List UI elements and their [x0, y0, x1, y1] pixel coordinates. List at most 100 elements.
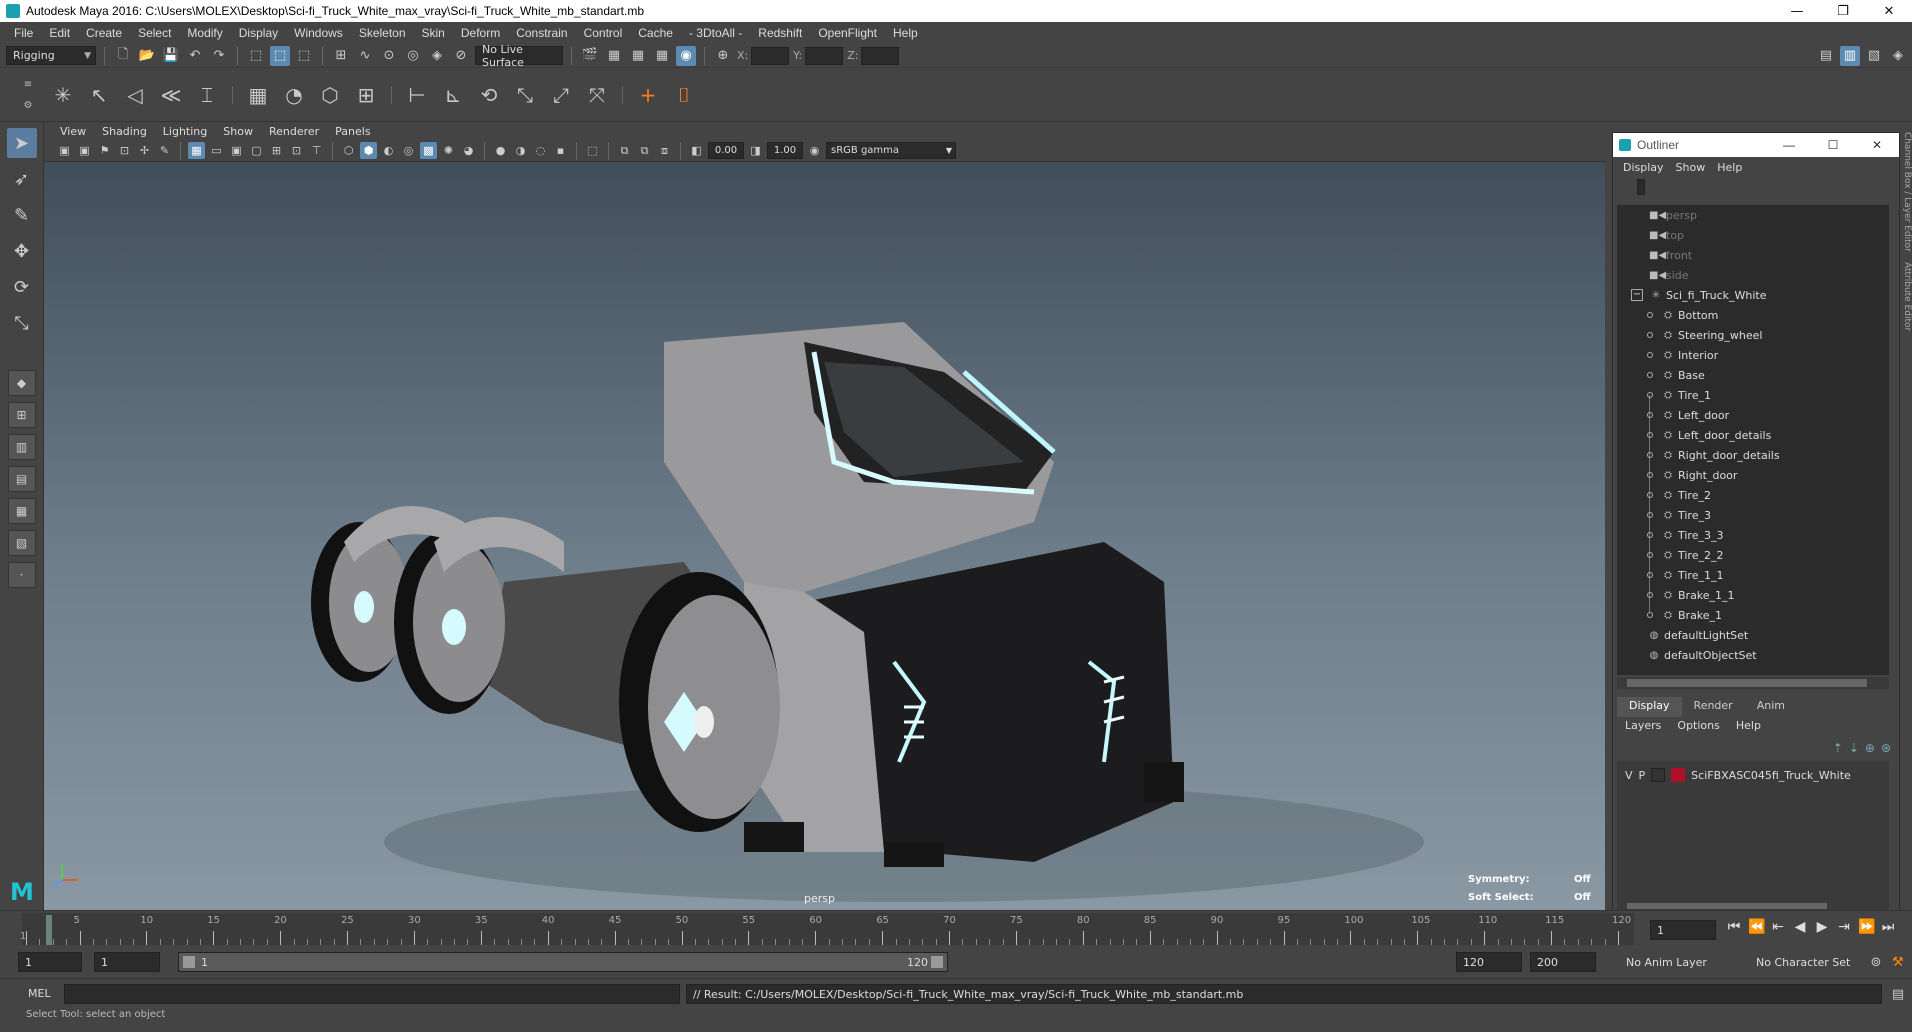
anim-layer-dropdown[interactable]: No Anim Layer [1620, 952, 1730, 972]
color-management-icon[interactable]: ◉ [806, 142, 823, 159]
locator-icon[interactable]: + [633, 80, 663, 110]
menuset-dropdown[interactable]: Rigging ▼ [6, 46, 96, 65]
gamma-icon[interactable]: ◨ [747, 142, 764, 159]
tool-settings-toggle-icon[interactable]: ◈ [1888, 46, 1908, 66]
x-input[interactable] [751, 46, 790, 65]
menu-item[interactable]: Redshift [750, 26, 810, 40]
outliner-mesh-row[interactable]: ⛭ Left_door_details [1617, 425, 1889, 445]
gate-mask-icon[interactable]: ▢ [248, 142, 265, 159]
scroll-thumb[interactable] [1627, 679, 1867, 687]
script-editor-icon[interactable]: ▤ [1888, 984, 1908, 1004]
menu-item[interactable]: Help [885, 26, 926, 40]
exposure-field[interactable]: 0.00 [708, 142, 744, 159]
end-time-field[interactable]: 200 [1530, 952, 1596, 972]
viewport-menu-item[interactable]: Panels [327, 125, 378, 138]
mirror-joint-icon[interactable]: ≪ [156, 80, 186, 110]
minimize-button[interactable]: — [1767, 138, 1811, 152]
outliner-set-row[interactable]: ◍ defaultObjectSet [1617, 645, 1889, 665]
shadows-icon[interactable]: ◕ [460, 142, 477, 159]
outliner-camera-row[interactable]: ■◀ top [1617, 225, 1889, 245]
render-frame-icon[interactable]: ▦ [604, 46, 624, 66]
cluster-icon[interactable]: ◔ [279, 80, 309, 110]
z-input[interactable] [861, 46, 900, 65]
attribute-editor-toggle-icon[interactable]: ▧ [1864, 46, 1884, 66]
move-tool-icon[interactable]: ✥ [7, 236, 37, 266]
outliner-mesh-row[interactable]: ⛭ Base [1617, 365, 1889, 385]
camera-select-icon[interactable]: ▣ [56, 142, 73, 159]
scale-tool-icon[interactable]: ⤡ [7, 308, 37, 338]
x-coord[interactable]: X: [737, 46, 790, 65]
scale-constraint-icon[interactable]: ⤡ [510, 80, 540, 110]
shelf-settings-icon[interactable]: ⚙ [24, 100, 33, 111]
perspective-viewport[interactable]: View Shading Lighting Show Renderer Panels ▣ … [44, 122, 1605, 910]
lasso-tool-icon[interactable]: ➶ [7, 164, 37, 194]
viewport-scene[interactable] [44, 162, 1605, 910]
outliner-titlebar[interactable]: Outliner — ☐ ✕ [1613, 133, 1899, 157]
blend-shape-icon[interactable]: ⊞ [351, 80, 381, 110]
multisample-aa-icon[interactable]: ◌ [532, 142, 549, 159]
channel-box-tab[interactable]: Channel Box / Layer Editor [1902, 132, 1912, 252]
bind-skin-icon[interactable]: ⌶ [192, 80, 222, 110]
menu-item[interactable]: Select [130, 26, 179, 40]
range-slider[interactable]: 1 120 [178, 952, 948, 972]
playback-start-field[interactable]: 1 [94, 952, 160, 972]
command-language-label[interactable]: MEL [28, 987, 51, 1000]
viewport-menu-item[interactable]: Renderer [261, 125, 327, 138]
layer-menu-item[interactable]: Options [1669, 719, 1727, 739]
layer-visibility-toggle[interactable]: V [1625, 769, 1633, 782]
persp-outliner-layout-icon[interactable]: ▥ [7, 434, 36, 460]
motion-blur-icon[interactable]: ◑ [512, 142, 529, 159]
hypershade-icon[interactable]: ◉ [676, 45, 696, 66]
viewport-menu-item[interactable]: View [52, 125, 94, 138]
outliner-mesh-row[interactable]: ⛭ Tire_2_2 [1617, 545, 1889, 565]
safe-action-icon[interactable]: ⊡ [288, 142, 305, 159]
persp-hypergraph-layout-icon[interactable]: ▧ [7, 530, 36, 556]
viewport-menu-item[interactable]: Shading [94, 125, 155, 138]
layer-display-type[interactable] [1651, 768, 1666, 782]
character-set-dropdown[interactable]: No Character Set [1750, 952, 1860, 972]
exposure-icon[interactable]: ◧ [688, 142, 705, 159]
outliner-set-row[interactable]: ◍ defaultLightSet [1617, 625, 1889, 645]
outliner-tree[interactable]: ■◀ persp ■◀ top ■◀ front ■◀ side − ✳ Sci_fi_Truck_… [1617, 205, 1889, 675]
new-layer-icon[interactable]: ⊕ [1865, 741, 1875, 755]
xray-joints-icon[interactable]: ⧈ [656, 142, 673, 159]
lattice-icon[interactable]: ▦ [243, 80, 273, 110]
single-pane-layout-icon[interactable]: ◆ [7, 370, 36, 396]
ik-handle-icon[interactable]: ↖ [84, 80, 114, 110]
image-plane-icon[interactable]: ⊡ [116, 142, 133, 159]
use-default-material-icon[interactable]: ◐ [380, 142, 397, 159]
auto-key-icon[interactable]: ⊚ [1866, 952, 1886, 972]
layer-color-swatch[interactable] [1671, 768, 1686, 782]
orient-constraint-icon[interactable]: ⟲ [474, 80, 504, 110]
menu-item[interactable]: Control [576, 26, 631, 40]
close-button[interactable]: ✕ [1866, 0, 1912, 22]
menu-item[interactable]: - 3DtoAll - [681, 26, 750, 40]
layer-row[interactable]: V P SciFBXASC045fi_Truck_White [1617, 765, 1889, 785]
menu-item[interactable]: Display [231, 26, 286, 40]
step-back-key-icon[interactable]: ⏪ [1748, 919, 1765, 935]
step-forward-key-icon[interactable]: ⏩ [1858, 919, 1875, 935]
outliner-mesh-row[interactable]: ⛭ Interior [1617, 345, 1889, 365]
shelf-tabs-icon[interactable]: ≡ [24, 79, 32, 90]
camera-attributes-icon[interactable]: ▣ [76, 142, 93, 159]
2d-pan-zoom-icon[interactable]: ✢ [136, 142, 153, 159]
persp-graph-layout-icon[interactable]: ▤ [7, 466, 36, 492]
layer-playback-toggle[interactable]: P [1639, 769, 1646, 782]
select-component-icon[interactable]: ⬚ [294, 46, 314, 66]
command-input[interactable] [64, 984, 680, 1004]
menu-item[interactable]: Create [78, 26, 130, 40]
outliner-mesh-row[interactable]: ⛭ Tire_1 [1617, 385, 1889, 405]
snap-curve-icon[interactable]: ∿ [355, 46, 375, 66]
layer-name[interactable]: SciFBXASC045fi_Truck_White [1691, 769, 1851, 782]
outliner-mesh-row[interactable]: ⛭ Tire_3_3 [1617, 525, 1889, 545]
bookmark-icon[interactable]: ⚑ [96, 142, 113, 159]
outliner-menu-item[interactable]: Help [1711, 161, 1748, 174]
wrap-deformer-icon[interactable]: ⬡ [315, 80, 345, 110]
isolate-select-icon[interactable]: ⬚ [584, 142, 601, 159]
current-frame-field[interactable]: 1 [1650, 920, 1716, 940]
ik-spline-icon[interactable]: ◁ [120, 80, 150, 110]
film-gate-icon[interactable]: ▭ [208, 142, 225, 159]
outliner-camera-row[interactable]: ■◀ side [1617, 265, 1889, 285]
use-all-lights-icon[interactable]: ✺ [440, 142, 457, 159]
outliner-mesh-row[interactable]: ⛭ Right_door_details [1617, 445, 1889, 465]
